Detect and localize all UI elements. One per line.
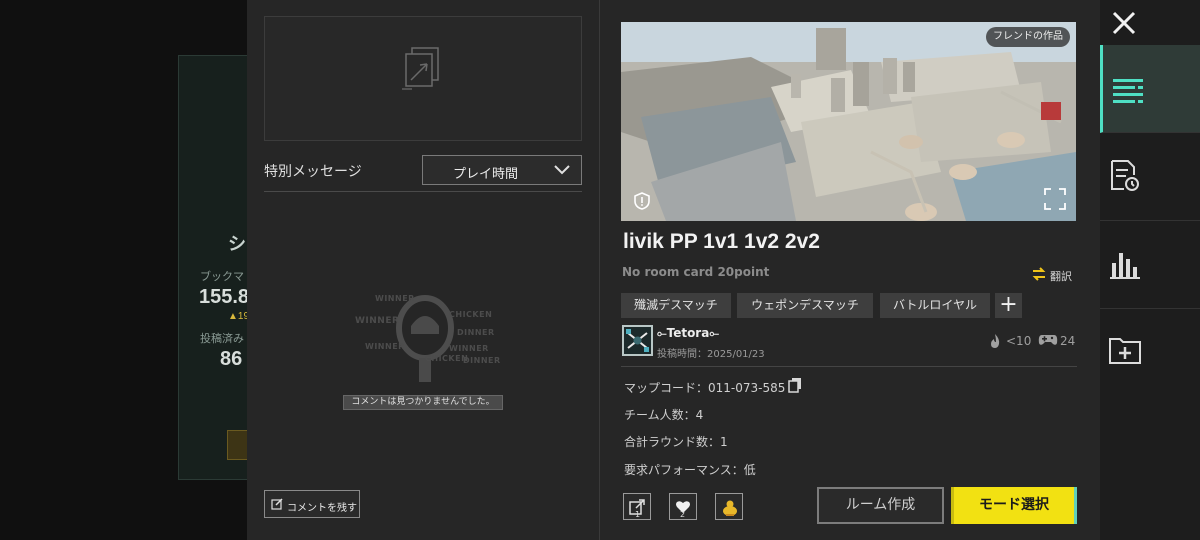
report-shield-icon[interactable] [633,192,651,210]
background-posted-label: 投稿済み [200,333,244,345]
screen: シ ブックマ 155.82 ▲19 投稿済み 86 特別メッセージ プレイ時間 … [0,0,1200,540]
empty-comments-illustration: WINNER WINNER CHICKEN DINNER WINNER WINN… [345,288,505,384]
avatar-emblem-icon [626,329,649,352]
edit-icon [271,498,283,510]
rail-tab-list[interactable] [1100,45,1200,133]
art-word: WINNER [355,316,400,326]
background-bookmark-delta: ▲19 [228,311,250,322]
art-word: WINNER [449,344,489,353]
team-size: チーム人数：4 [624,408,704,422]
mode-tag[interactable]: ウェポンデスマッチ [737,293,873,318]
players-value: 24 [1060,334,1076,348]
create-room-button[interactable]: ルーム作成 [817,487,944,524]
translate-label: 翻訳 [1050,270,1072,283]
mode-tag[interactable]: 殲滅デスマッチ [621,293,731,318]
map-preview-image[interactable]: フレンドの作品 [621,22,1076,221]
flame-icon [991,334,1000,348]
chicken-icon [723,500,737,516]
art-word: DINNER [457,328,495,337]
map-code: マップコード：011-073-585 [624,381,786,395]
total-rounds: 合計ラウンド数：1 [624,435,728,449]
art-word: CHICKEN [449,310,493,319]
image-placeholder-icon [402,47,439,90]
leave-comment-label: コメントを残す [287,503,357,514]
like-count: 2 [680,510,686,519]
close-icon[interactable] [1111,10,1137,36]
fullscreen-icon[interactable] [1044,188,1066,210]
art-word: WINNER [375,294,415,303]
bar-chart-icon [1110,253,1140,279]
chevron-down-icon [554,165,570,175]
special-message-label: 特別メッセージ [264,163,362,179]
list-icon [1113,79,1143,103]
background-title: シ [228,234,246,254]
share-count: 1 [635,510,641,519]
art-word: DINNER [463,356,501,365]
leave-comment-button[interactable]: コメントを残す [264,490,360,518]
translate-icon [1032,267,1046,281]
special-image-slot[interactable] [264,16,582,141]
background-bookmark-label: ブックマ [200,271,244,283]
add-tag-button[interactable]: + [995,293,1022,318]
share-button[interactable]: 1 [623,493,651,520]
left-divider [264,191,582,192]
map-title: livik PP 1v1 1v2 2v2 [623,230,820,253]
dropdown-selected-value: プレイ時間 [453,167,519,182]
author-avatar[interactable] [622,325,653,356]
art-word: CHICKEN [425,354,469,363]
document-refresh-icon [1111,160,1139,191]
rail-tab-save[interactable] [1100,309,1200,397]
folder-add-icon [1109,338,1141,364]
mode-tag[interactable]: バトルロイヤル [880,293,990,318]
copy-icon[interactable] [788,377,802,393]
map-scene-illustration [621,22,1076,221]
gamepad-icon [1038,335,1058,345]
posted-date: 投稿時間：2025/01/23 [657,349,765,360]
message-type-dropdown[interactable]: プレイ時間 [422,155,582,185]
friend-work-badge: フレンドの作品 [986,27,1070,47]
like-button[interactable]: 2 [669,493,697,520]
heat-value: <10 [1006,334,1032,348]
select-mode-button[interactable]: モード選択 [951,487,1077,524]
chicken-button[interactable] [715,493,743,520]
map-subtitle: No room card 20point [622,265,770,279]
background-posted-value: 86 [220,348,243,370]
rail-tab-stats[interactable] [1100,221,1200,309]
art-word: WINNER [365,342,405,351]
rail-tab-history[interactable] [1100,133,1200,221]
author-name[interactable]: ⟜Tetora⟜ [657,326,719,341]
performance-requirement: 要求パフォーマンス：低 [624,463,756,477]
info-divider [621,366,1077,367]
column-divider [599,0,600,540]
empty-comments-text: コメントは見つかりませんでした。 [343,395,503,410]
